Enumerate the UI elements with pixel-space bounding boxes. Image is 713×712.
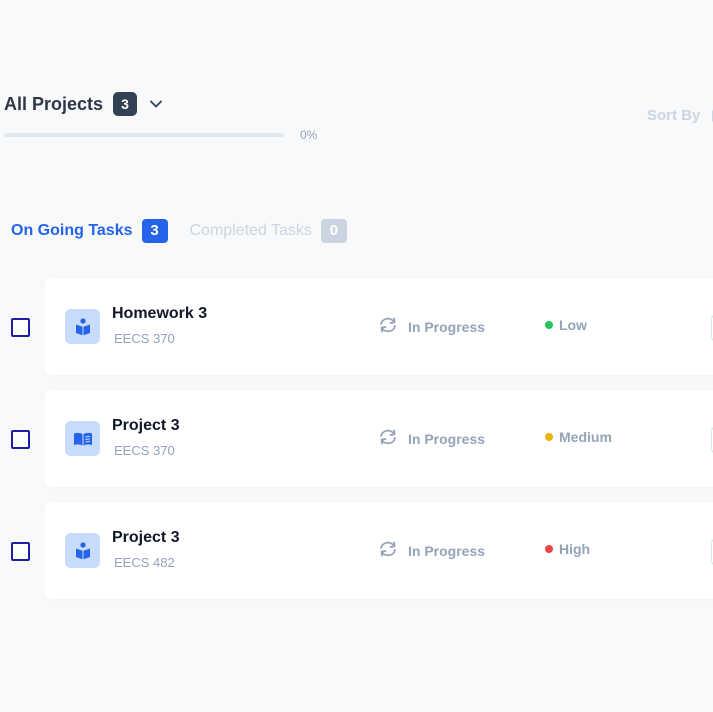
task-row: Homework 3 EECS 370 In Progress Low — [0, 279, 713, 375]
status-label: In Progress — [408, 542, 486, 559]
status-label: In Progress — [408, 318, 486, 335]
tab-label: Completed Tasks — [189, 222, 312, 239]
project-count-badge: 3 — [113, 92, 138, 116]
status-label: In Progress — [408, 430, 486, 447]
task-title: Project 3 — [112, 417, 180, 434]
task-tabs: On Going Tasks 3 Completed Tasks 0 — [11, 219, 347, 243]
task-card[interactable]: Project 3 EECS 370 In Progress Medium — [45, 391, 713, 487]
task-priority: High — [545, 541, 590, 557]
tab-completed-tasks[interactable]: Completed Tasks 0 — [190, 219, 347, 243]
sort-by-label: Sort By — [647, 107, 701, 124]
refresh-icon — [377, 428, 399, 449]
task-status: In Progress — [377, 540, 485, 561]
task-status: In Progress — [377, 428, 485, 449]
priority-dot — [545, 321, 553, 329]
progress-percent: 0% — [300, 128, 318, 142]
chevron-down-icon[interactable] — [147, 95, 165, 113]
tab-ongoing-tasks[interactable]: On Going Tasks 3 — [11, 219, 168, 243]
tab-label: On Going Tasks — [11, 222, 133, 239]
priority-label: Medium — [559, 429, 612, 445]
tab-count-badge: 0 — [320, 219, 347, 243]
projects-header: All Projects 3 — [4, 92, 165, 116]
open-book-icon — [65, 421, 100, 456]
book-reader-icon — [65, 533, 100, 568]
progress-bar — [4, 133, 284, 137]
priority-dot — [545, 433, 553, 441]
task-title: Homework 3 — [112, 305, 208, 322]
page: All Projects 3 0% Sort By On Going Tasks… — [0, 0, 713, 712]
task-priority: Medium — [545, 429, 612, 445]
task-checkbox[interactable] — [11, 542, 30, 561]
task-status: In Progress — [377, 316, 485, 337]
book-reader-icon — [65, 309, 100, 344]
sort-by-button[interactable]: Sort By — [647, 107, 713, 124]
refresh-icon — [377, 540, 399, 561]
priority-dot — [545, 545, 553, 553]
task-priority: Low — [545, 317, 587, 333]
task-title: Project 3 — [112, 529, 180, 546]
refresh-icon — [377, 316, 399, 337]
task-course: EECS 482 — [114, 555, 175, 570]
priority-label: Low — [559, 317, 587, 333]
task-card[interactable]: Homework 3 EECS 370 In Progress Low — [45, 279, 713, 375]
task-checkbox[interactable] — [11, 318, 30, 337]
priority-label: High — [559, 541, 591, 557]
task-row: Project 3 EECS 482 In Progress High — [0, 503, 713, 599]
page-title: All Projects — [4, 93, 104, 114]
projects-progress: 0% — [4, 128, 317, 142]
tab-count-badge: 3 — [141, 219, 168, 243]
task-course: EECS 370 — [114, 443, 175, 458]
task-course: EECS 370 — [114, 331, 175, 346]
task-card[interactable]: Project 3 EECS 482 In Progress High — [45, 503, 713, 599]
task-row: Project 3 EECS 370 In Progress Medium — [0, 391, 713, 487]
task-checkbox[interactable] — [11, 430, 30, 449]
